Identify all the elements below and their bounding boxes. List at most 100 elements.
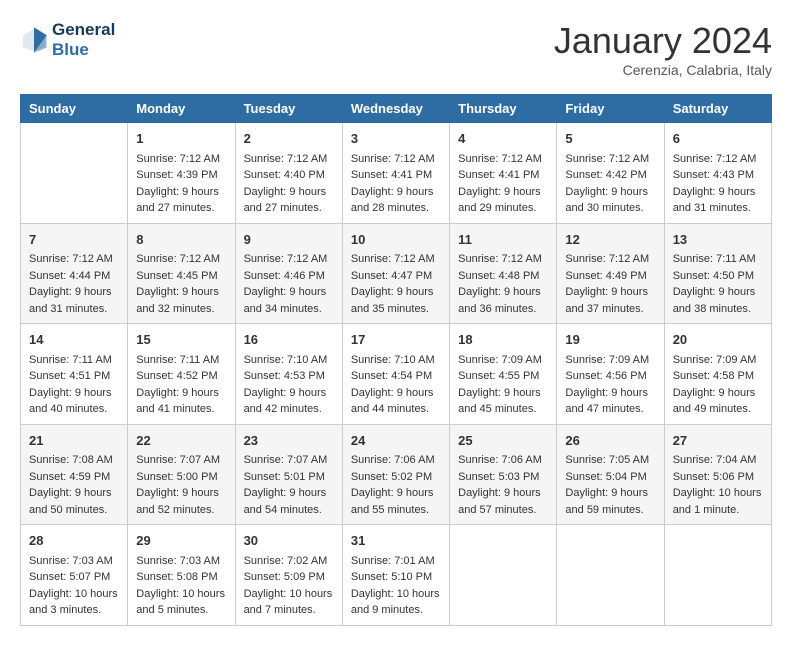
cell-info: Daylight: 9 hours: [458, 284, 548, 301]
cell-info: Sunrise: 7:04 AM: [673, 452, 763, 469]
calendar-cell: 5Sunrise: 7:12 AMSunset: 4:42 PMDaylight…: [557, 123, 664, 224]
cell-info: Daylight: 10 hours: [136, 586, 226, 603]
header-friday: Friday: [557, 95, 664, 123]
cell-info: Sunset: 5:06 PM: [673, 469, 763, 486]
cell-info: Daylight: 9 hours: [351, 184, 441, 201]
day-number: 20: [673, 330, 763, 350]
cell-info: and 41 minutes.: [136, 401, 226, 418]
day-number: 30: [244, 531, 334, 551]
day-number: 7: [29, 230, 119, 250]
day-number: 16: [244, 330, 334, 350]
calendar-cell: 30Sunrise: 7:02 AMSunset: 5:09 PMDayligh…: [235, 525, 342, 626]
cell-info: and 9 minutes.: [351, 602, 441, 619]
cell-info: Sunrise: 7:09 AM: [673, 352, 763, 369]
cell-info: Daylight: 9 hours: [458, 385, 548, 402]
header-tuesday: Tuesday: [235, 95, 342, 123]
cell-info: and 36 minutes.: [458, 301, 548, 318]
day-number: 25: [458, 431, 548, 451]
cell-info: and 55 minutes.: [351, 502, 441, 519]
day-number: 31: [351, 531, 441, 551]
calendar-week-row: 28Sunrise: 7:03 AMSunset: 5:07 PMDayligh…: [21, 525, 772, 626]
calendar-week-row: 7Sunrise: 7:12 AMSunset: 4:44 PMDaylight…: [21, 223, 772, 324]
cell-info: Daylight: 9 hours: [565, 385, 655, 402]
calendar-cell: 7Sunrise: 7:12 AMSunset: 4:44 PMDaylight…: [21, 223, 128, 324]
calendar-week-row: 21Sunrise: 7:08 AMSunset: 4:59 PMDayligh…: [21, 424, 772, 525]
cell-info: and 37 minutes.: [565, 301, 655, 318]
cell-info: Daylight: 9 hours: [673, 385, 763, 402]
cell-info: and 7 minutes.: [244, 602, 334, 619]
cell-info: and 57 minutes.: [458, 502, 548, 519]
day-number: 29: [136, 531, 226, 551]
cell-info: Sunrise: 7:01 AM: [351, 553, 441, 570]
calendar-cell: [557, 525, 664, 626]
cell-info: Sunset: 4:41 PM: [458, 167, 548, 184]
calendar-cell: 12Sunrise: 7:12 AMSunset: 4:49 PMDayligh…: [557, 223, 664, 324]
cell-info: and 42 minutes.: [244, 401, 334, 418]
day-number: 9: [244, 230, 334, 250]
calendar-cell: 13Sunrise: 7:11 AMSunset: 4:50 PMDayligh…: [664, 223, 771, 324]
cell-info: and 50 minutes.: [29, 502, 119, 519]
cell-info: Daylight: 10 hours: [351, 586, 441, 603]
cell-info: Sunrise: 7:07 AM: [136, 452, 226, 469]
calendar-cell: 26Sunrise: 7:05 AMSunset: 5:04 PMDayligh…: [557, 424, 664, 525]
cell-info: Daylight: 9 hours: [244, 184, 334, 201]
cell-info: Daylight: 9 hours: [29, 485, 119, 502]
cell-info: Sunset: 4:59 PM: [29, 469, 119, 486]
cell-info: Sunset: 4:48 PM: [458, 268, 548, 285]
cell-info: Sunset: 5:10 PM: [351, 569, 441, 586]
calendar-cell: 16Sunrise: 7:10 AMSunset: 4:53 PMDayligh…: [235, 324, 342, 425]
cell-info: Sunset: 5:01 PM: [244, 469, 334, 486]
logo-text: General Blue: [52, 20, 115, 61]
header-saturday: Saturday: [664, 95, 771, 123]
cell-info: and 32 minutes.: [136, 301, 226, 318]
cell-info: Daylight: 9 hours: [673, 184, 763, 201]
cell-info: and 34 minutes.: [244, 301, 334, 318]
calendar-cell: 19Sunrise: 7:09 AMSunset: 4:56 PMDayligh…: [557, 324, 664, 425]
cell-info: Daylight: 9 hours: [244, 284, 334, 301]
calendar-table: SundayMondayTuesdayWednesdayThursdayFrid…: [20, 94, 772, 626]
cell-info: Daylight: 9 hours: [458, 485, 548, 502]
calendar-cell: 17Sunrise: 7:10 AMSunset: 4:54 PMDayligh…: [342, 324, 449, 425]
cell-info: and 35 minutes.: [351, 301, 441, 318]
cell-info: and 59 minutes.: [565, 502, 655, 519]
logo: General Blue: [20, 20, 115, 61]
cell-info: Sunrise: 7:12 AM: [244, 151, 334, 168]
calendar-cell: 20Sunrise: 7:09 AMSunset: 4:58 PMDayligh…: [664, 324, 771, 425]
cell-info: Sunrise: 7:02 AM: [244, 553, 334, 570]
cell-info: and 44 minutes.: [351, 401, 441, 418]
cell-info: and 38 minutes.: [673, 301, 763, 318]
cell-info: and 29 minutes.: [458, 200, 548, 217]
day-number: 21: [29, 431, 119, 451]
cell-info: Daylight: 9 hours: [565, 284, 655, 301]
cell-info: Sunset: 4:46 PM: [244, 268, 334, 285]
cell-info: Daylight: 9 hours: [244, 485, 334, 502]
cell-info: Daylight: 10 hours: [29, 586, 119, 603]
day-number: 2: [244, 129, 334, 149]
cell-info: Daylight: 9 hours: [29, 385, 119, 402]
calendar-cell: [450, 525, 557, 626]
cell-info: Sunrise: 7:03 AM: [29, 553, 119, 570]
cell-info: Daylight: 9 hours: [29, 284, 119, 301]
cell-info: Daylight: 10 hours: [673, 485, 763, 502]
header-wednesday: Wednesday: [342, 95, 449, 123]
cell-info: Sunset: 5:07 PM: [29, 569, 119, 586]
day-number: 11: [458, 230, 548, 250]
cell-info: and 3 minutes.: [29, 602, 119, 619]
cell-info: Daylight: 9 hours: [351, 385, 441, 402]
cell-info: Sunrise: 7:05 AM: [565, 452, 655, 469]
location: Cerenzia, Calabria, Italy: [554, 62, 772, 78]
day-number: 12: [565, 230, 655, 250]
cell-info: Sunrise: 7:12 AM: [351, 151, 441, 168]
cell-info: Sunrise: 7:09 AM: [565, 352, 655, 369]
cell-info: and 31 minutes.: [29, 301, 119, 318]
cell-info: Sunrise: 7:12 AM: [29, 251, 119, 268]
cell-info: and 1 minute.: [673, 502, 763, 519]
cell-info: Sunrise: 7:11 AM: [29, 352, 119, 369]
cell-info: and 54 minutes.: [244, 502, 334, 519]
header-monday: Monday: [128, 95, 235, 123]
cell-info: Sunrise: 7:12 AM: [565, 251, 655, 268]
day-number: 27: [673, 431, 763, 451]
cell-info: Sunset: 4:49 PM: [565, 268, 655, 285]
day-number: 18: [458, 330, 548, 350]
cell-info: Sunset: 4:55 PM: [458, 368, 548, 385]
